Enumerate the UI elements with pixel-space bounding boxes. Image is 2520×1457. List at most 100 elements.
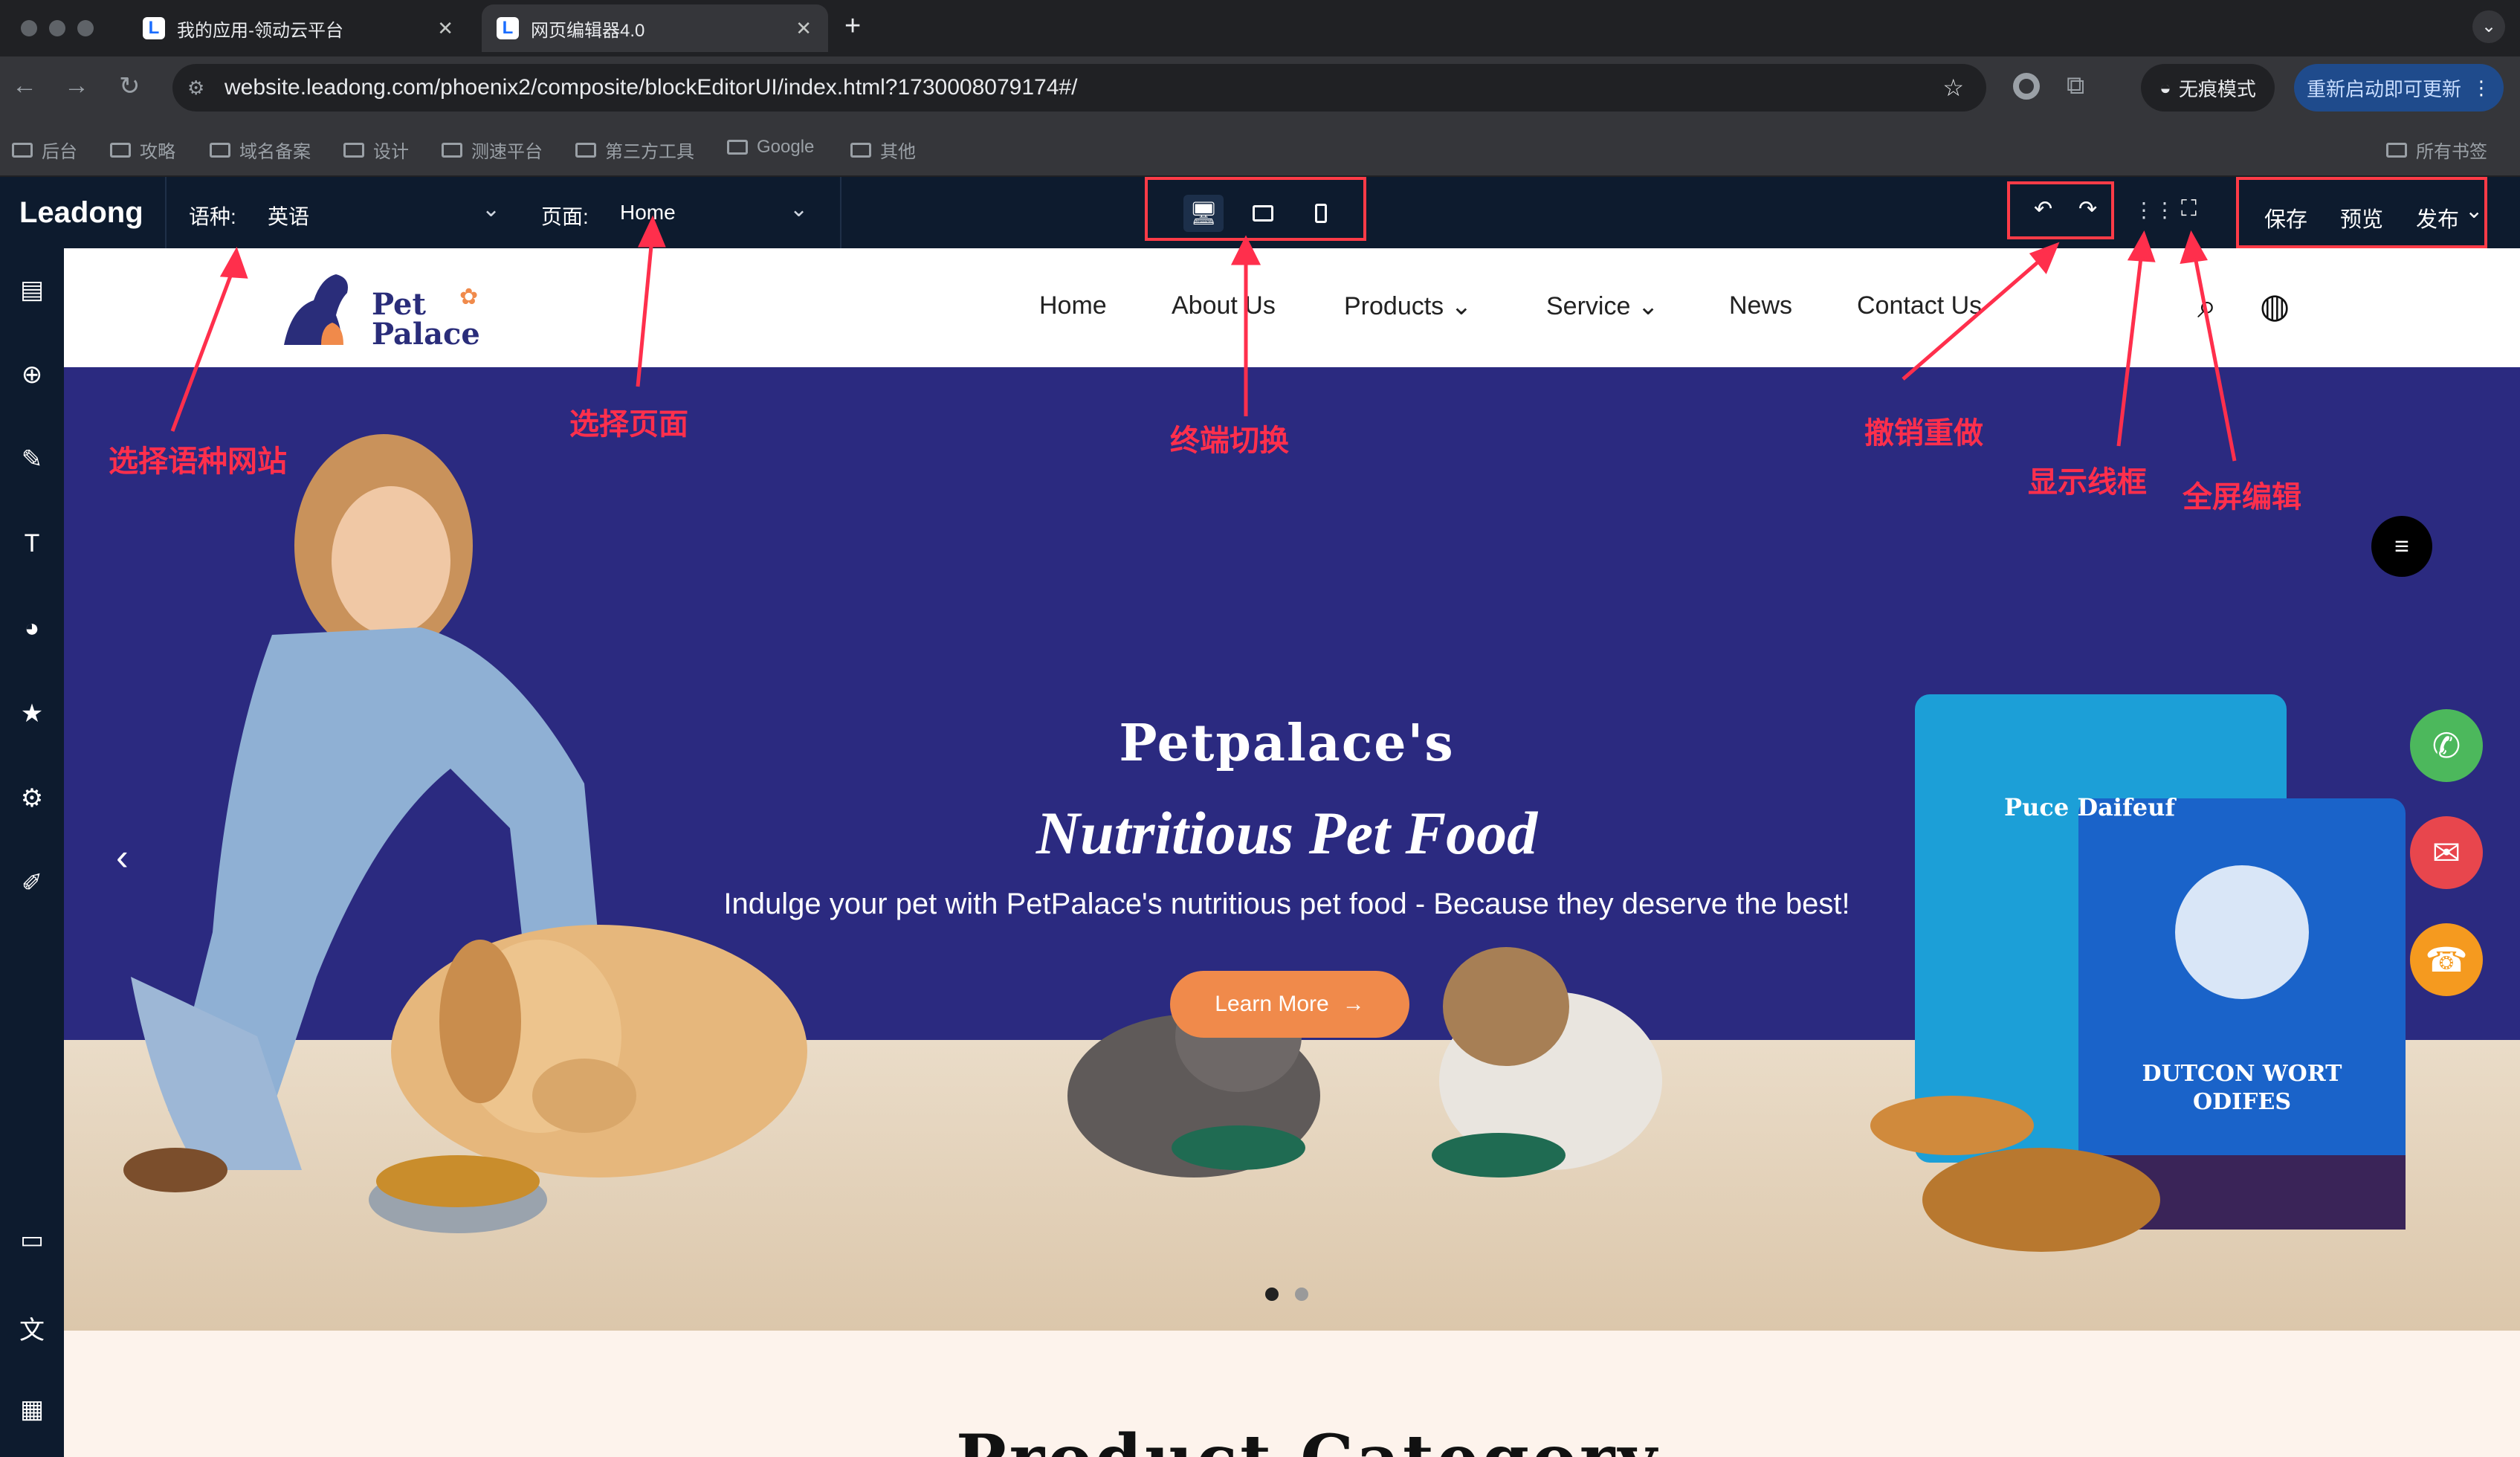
browser-tab-apps[interactable]: L 我的应用-领动云平台 ✕ [128, 4, 470, 52]
incognito-badge[interactable]: ◒ 无痕模式 [2141, 64, 2275, 112]
more-menu-icon[interactable]: ⋮ [2472, 77, 2491, 100]
nav-contact-us[interactable]: Contact Us [1857, 291, 1982, 320]
reload-icon[interactable]: ↻ [119, 71, 140, 101]
back-arrow-icon[interactable]: ← [12, 71, 37, 100]
extension-record-icon[interactable] [2013, 73, 2040, 100]
folder-icon [343, 142, 364, 158]
carousel-dot-active[interactable] [1265, 1288, 1279, 1301]
language-select[interactable]: 语种: 英语 ⌄ [171, 177, 520, 248]
bookmarks-bar: 后台 攻略 域名备案 设计 测速平台 第三方工具 Google 其他 所有书签 [0, 120, 2520, 177]
bookmark-folder[interactable]: 攻略 [110, 137, 175, 163]
nav-home[interactable]: Home [1039, 291, 1107, 320]
pet-logo-icon [284, 274, 348, 345]
translate-icon[interactable]: 文 [15, 1310, 49, 1345]
folder-icon [12, 142, 33, 158]
browser-tab-editor[interactable]: L 网页编辑器4.0 ✕ [482, 4, 828, 52]
language-label: 语种: [189, 205, 236, 228]
paw-icon: ✿ [459, 285, 479, 309]
pages-icon[interactable]: ▤ [15, 275, 49, 305]
close-tab-icon[interactable]: ✕ [437, 17, 453, 40]
bookmark-folder[interactable]: 第三方工具 [575, 137, 694, 163]
folder-icon[interactable]: ▦ [15, 1395, 49, 1424]
redo-icon[interactable]: ↷ [2078, 196, 2097, 222]
annotation-fullscreen: 全屏编辑 [2183, 481, 2301, 514]
undo-icon[interactable]: ↶ [2034, 196, 2052, 222]
preview-button[interactable]: 预览 [2340, 202, 2383, 233]
add-block-icon[interactable]: ⊕ [15, 360, 49, 390]
bookmark-folder[interactable]: 其他 [850, 137, 916, 163]
nav-products-label: Products [1344, 292, 1444, 320]
text-icon[interactable]: T [15, 529, 49, 559]
address-bar[interactable]: ⚙ website.leadong.com/phoenix2/composite… [172, 64, 1986, 112]
minimize-window-button[interactable] [49, 20, 65, 36]
settings-icon[interactable]: ⚙ [15, 784, 49, 813]
bookmark-folder[interactable]: 后台 [12, 137, 77, 163]
browser-tab-strip: L 我的应用-领动云平台 ✕ L 网页编辑器4.0 ✕ + ⌄ [0, 0, 2520, 56]
editor-sidebar: ▤ ⊕ ✎ T ◕ ★ ⚙ ✐ ▭ 文 ▦ [0, 248, 64, 1457]
nav-service[interactable]: Service ⌄ [1546, 291, 1658, 321]
tabby-cat [1432, 947, 1662, 1177]
divider [165, 177, 167, 248]
phone-button[interactable]: ☎ [2410, 923, 2483, 996]
update-button[interactable]: 重新启动即可更新 ⋮ [2294, 64, 2504, 112]
nav-about-us[interactable]: About Us [1172, 291, 1276, 320]
page-select[interactable]: 页面: Home ⌄ [520, 177, 840, 248]
forward-arrow-icon[interactable]: → [64, 71, 89, 100]
mobile-view-button[interactable] [1301, 195, 1341, 232]
email-button[interactable]: ✉ [2410, 816, 2483, 889]
learn-more-button[interactable]: Learn More → [1170, 971, 1409, 1038]
nav-products[interactable]: Products ⌄ [1344, 291, 1472, 321]
globe-icon[interactable]: ◍ [2260, 285, 2290, 326]
tablet-view-button[interactable] [1243, 195, 1283, 232]
bookmark-folder[interactable]: 测速平台 [442, 137, 543, 163]
page-label: 页面: [541, 205, 589, 228]
prev-slide-icon[interactable]: ‹ [116, 836, 129, 879]
publish-button[interactable]: 发布 [2416, 202, 2459, 233]
editor-logo: Leadong [19, 196, 143, 229]
bookmark-star-icon[interactable]: ☆ [1942, 74, 1964, 102]
annotation-undo: 撤销重做 [1864, 417, 1983, 450]
update-label: 重新启动即可更新 [2306, 77, 2461, 100]
editor-actions: 保存 预览 发布 ⌄ [2236, 177, 2487, 248]
save-button[interactable]: 保存 [2264, 202, 2307, 233]
sliders-icon: ≡ [2394, 532, 2409, 560]
block-settings-button[interactable]: ≡ [2371, 516, 2432, 577]
wireframe-icon[interactable]: ⋮⋮ [2133, 198, 2175, 222]
phone-icon: ☎ [2425, 940, 2468, 979]
annotation-device: 终端切换 [1170, 424, 1289, 457]
bookmark-folder[interactable]: 设计 [343, 137, 409, 163]
logo-text-palace: Palace [372, 317, 480, 352]
star-icon[interactable]: ★ [15, 699, 49, 728]
chevron-down-icon[interactable]: ⌄ [2465, 198, 2483, 224]
tab-search-chevron-icon[interactable]: ⌄ [2472, 10, 2505, 43]
bookmark-label: Google [757, 137, 815, 157]
nav-news[interactable]: News [1729, 291, 1792, 320]
folder-icon [442, 142, 462, 158]
site-logo[interactable]: Pet ✿ Palace [277, 263, 500, 352]
form-icon[interactable]: ▭ [15, 1225, 49, 1255]
desktop-icon: 🖥 [1189, 201, 1218, 226]
new-tab-icon[interactable]: + [844, 10, 861, 42]
section-title: Product Category [956, 1420, 1660, 1457]
edit-icon[interactable]: ✎ [15, 445, 49, 474]
close-window-button[interactable] [21, 20, 37, 36]
maximize-window-button[interactable] [77, 20, 94, 36]
tab-title: 网页编辑器4.0 [531, 20, 645, 41]
whatsapp-button[interactable]: ✆ [2410, 709, 2483, 782]
bookmark-label: 域名备案 [239, 142, 311, 162]
all-bookmarks[interactable]: 所有书签 [2386, 137, 2487, 163]
bookmark-folder[interactable]: 域名备案 [210, 137, 311, 163]
desktop-view-button[interactable]: 🖥 [1183, 195, 1224, 232]
close-tab-icon[interactable]: ✕ [795, 17, 812, 40]
chevron-down-icon: ⌄ [482, 197, 501, 222]
extensions-puzzle-icon[interactable]: ⧉ [2067, 71, 2084, 100]
search-icon[interactable]: ⌕ [2197, 285, 2217, 327]
dog-figure [391, 925, 807, 1177]
palette-icon[interactable]: ◕ [15, 614, 49, 644]
fullscreen-icon[interactable]: ⛶ [2181, 196, 2197, 222]
bookmark-folder[interactable]: Google [727, 137, 814, 158]
carousel-dot[interactable] [1295, 1288, 1308, 1301]
whatsapp-icon: ✆ [2432, 726, 2461, 765]
site-info-icon[interactable]: ⚙ [187, 77, 204, 100]
brush-icon[interactable]: ✐ [15, 868, 49, 898]
